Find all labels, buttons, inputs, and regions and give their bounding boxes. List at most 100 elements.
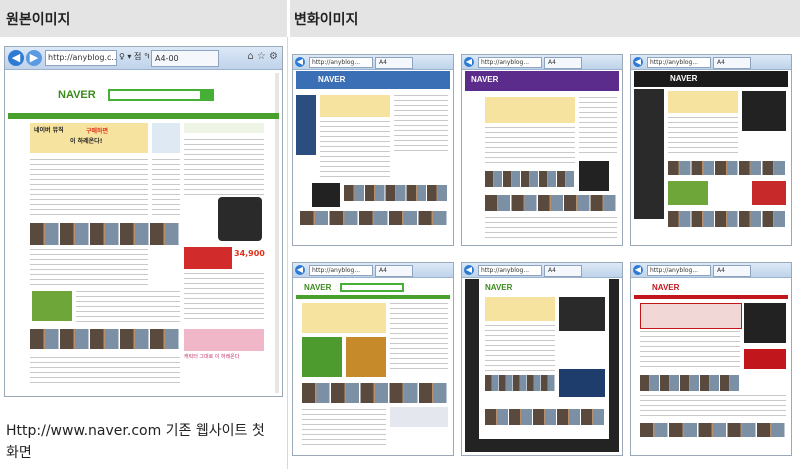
character-ad-image[interactable] [579, 161, 609, 191]
banner[interactable] [485, 297, 555, 321]
address-bar[interactable]: http://anyblog... [647, 265, 711, 276]
sidebar-list[interactable] [390, 303, 448, 373]
transformed-page: NAVER [296, 71, 450, 242]
service-menu-bar[interactable] [8, 113, 279, 119]
news-list[interactable] [640, 331, 740, 371]
photo-thumbnails[interactable] [668, 161, 786, 175]
service-menu-bar[interactable] [634, 295, 788, 299]
banner[interactable] [668, 91, 738, 113]
login-box[interactable] [152, 123, 180, 153]
dark-side-menu[interactable] [634, 89, 664, 219]
shopping-ad[interactable] [752, 181, 786, 205]
browser-tab[interactable]: A4 [544, 265, 582, 277]
content-list[interactable] [302, 409, 386, 449]
orange-card[interactable] [346, 337, 386, 377]
browser-tab[interactable]: A4-00 [151, 50, 219, 67]
cast-thumbnails[interactable] [485, 409, 605, 425]
green-card[interactable] [302, 337, 342, 377]
cast-thumbnails[interactable] [485, 195, 617, 211]
address-bar[interactable]: http://anyblog... [478, 265, 542, 276]
transformed-image-heading: 변화이미지 [294, 12, 359, 28]
search-input[interactable] [340, 283, 404, 292]
caption-text: Http://www.naver.com 기존 웹사이트 첫화면 [6, 423, 265, 461]
home-star-gear-icons[interactable]: ⌂ ☆ ⚙ [247, 51, 278, 62]
shoes-ad[interactable] [390, 407, 448, 427]
rank-list[interactable] [152, 159, 180, 219]
footer-links[interactable] [30, 357, 180, 383]
banner[interactable] [302, 303, 386, 333]
naver-logo: NAVER [670, 74, 698, 83]
browser-tab[interactable]: A4 [375, 57, 413, 69]
back-icon[interactable]: ◀ [295, 57, 305, 67]
browser-tab[interactable]: A4 [544, 57, 582, 69]
banner[interactable] [320, 95, 390, 117]
news-list[interactable] [668, 117, 738, 157]
bottom-promo[interactable] [184, 329, 264, 351]
top-bar [634, 71, 788, 87]
photo-thumbnails[interactable] [302, 383, 448, 403]
search-button[interactable] [202, 89, 214, 101]
back-icon[interactable]: ◀ [295, 265, 305, 275]
address-bar[interactable]: http://anyblog.c... [45, 50, 117, 66]
character-ad-image[interactable] [218, 197, 262, 241]
back-icon[interactable]: ◀ [8, 50, 24, 66]
character-ad-image[interactable] [312, 183, 340, 207]
news-list[interactable] [485, 325, 555, 371]
sidebar-list[interactable] [394, 95, 448, 155]
news-list[interactable] [30, 159, 148, 219]
browser-toolbar: ◀ http://anyblog... A4 [631, 55, 791, 70]
address-bar[interactable]: http://anyblog... [309, 265, 373, 276]
content-list[interactable] [640, 395, 786, 419]
content-list[interactable] [30, 249, 148, 289]
service-menu-bar[interactable] [296, 295, 450, 299]
transformed-window-1: ◀ http://anyblog... A4 NAVER [292, 54, 454, 246]
cast-thumbnails[interactable] [300, 211, 448, 225]
browser-tab[interactable]: A4 [713, 57, 751, 69]
music-banner[interactable]: 네이버 뮤직 구매하면 이 하레온다! [30, 123, 148, 153]
transformed-window-3: ◀ http://anyblog... A4 NAVER [630, 54, 792, 246]
forward-icon[interactable]: ▶ [26, 50, 42, 66]
search-input[interactable] [108, 89, 202, 101]
character-ad-image[interactable] [742, 91, 786, 131]
banner[interactable] [485, 97, 575, 123]
column-divider [287, 37, 288, 469]
naver-page: NAVER 네이버 뮤직 구매하면 이 하레온다! 34,900 캐릭터 그대로… [8, 73, 279, 393]
browser-tab[interactable]: A4 [713, 265, 751, 277]
sidebar-list[interactable] [184, 139, 264, 199]
address-bar[interactable]: http://anyblog... [647, 57, 711, 68]
address-bar[interactable]: http://anyblog... [478, 57, 542, 68]
back-icon[interactable]: ◀ [633, 57, 643, 67]
news-list[interactable] [320, 121, 390, 181]
banner[interactable] [640, 303, 742, 329]
shopping-ad[interactable] [744, 349, 786, 369]
sidebar-list[interactable] [579, 97, 617, 157]
photo-thumbnails[interactable] [344, 185, 448, 201]
side-menu[interactable] [296, 95, 316, 155]
photo-thumbnails[interactable] [30, 223, 180, 245]
shopping-list[interactable] [184, 273, 264, 323]
address-bar[interactable]: http://anyblog... [309, 57, 373, 68]
sports-image[interactable] [668, 181, 708, 205]
shopping-ad[interactable] [184, 247, 232, 269]
character-ad-image[interactable] [744, 303, 786, 343]
cast-thumbnails[interactable] [30, 329, 180, 349]
back-icon[interactable]: ◀ [633, 265, 643, 275]
cast-thumbnails[interactable] [668, 211, 786, 227]
character-ad-image[interactable] [559, 297, 605, 331]
back-icon[interactable]: ◀ [464, 265, 474, 275]
sports-image[interactable] [32, 291, 72, 321]
news-list[interactable] [485, 127, 575, 167]
photo-thumbnails[interactable] [485, 375, 555, 391]
side-notice [184, 123, 264, 133]
address-bar-icons[interactable]: ♀ ▾ 점 ℃ × [117, 50, 149, 64]
browser-tab[interactable]: A4 [375, 265, 413, 277]
scrollbar[interactable] [275, 73, 279, 393]
back-icon[interactable]: ◀ [464, 57, 474, 67]
photo-thumbnails[interactable] [640, 375, 740, 391]
footer-list[interactable] [485, 217, 617, 241]
photo-thumbnails[interactable] [485, 171, 575, 187]
sports-news[interactable] [76, 291, 180, 325]
cast-thumbnails[interactable] [640, 423, 786, 437]
naver-logo: NAVER [58, 89, 96, 101]
green-promo[interactable] [559, 369, 605, 397]
